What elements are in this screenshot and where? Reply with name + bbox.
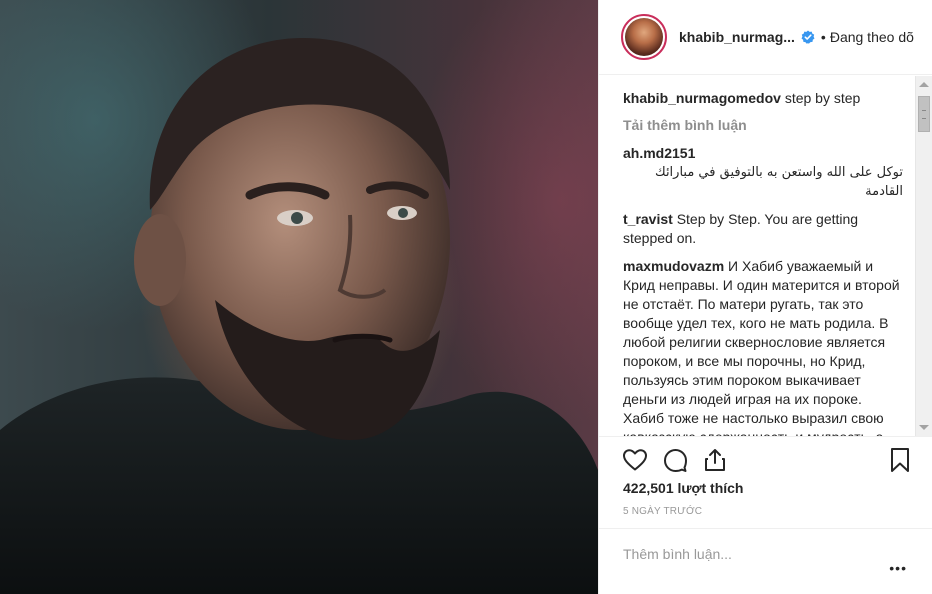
add-comment-input[interactable] xyxy=(623,543,873,565)
header-username[interactable]: khabib_nurmag... xyxy=(679,29,795,45)
bookmark-icon[interactable] xyxy=(886,446,914,474)
comments-list[interactable]: khabib_nurmagomedov step by step Tải thê… xyxy=(599,76,932,436)
scroll-down-arrow[interactable] xyxy=(919,425,929,430)
share-icon[interactable] xyxy=(701,446,729,474)
caption-username[interactable]: khabib_nurmagomedov xyxy=(623,90,781,106)
like-count[interactable]: 422,501 lượt thích xyxy=(623,480,743,496)
comment-bubble-icon[interactable] xyxy=(661,446,689,474)
comment-text: И Хабиб уважаемый и Крид неправы. И один… xyxy=(623,258,900,436)
comment-username[interactable]: t_ravist xyxy=(623,211,673,227)
action-bar xyxy=(599,436,932,482)
comment-text: توكل على الله واستعن به بالتوفيق في مبار… xyxy=(654,165,903,199)
list-item: ah.md2151 توكل على الله واستعن به بالتوف… xyxy=(623,144,903,201)
add-comment-bar: ••• xyxy=(599,528,932,594)
post-timestamp[interactable]: 5 ngày trước xyxy=(623,506,702,517)
post-photo[interactable] xyxy=(0,0,598,594)
scroll-up-arrow[interactable] xyxy=(919,82,929,87)
follow-button[interactable]: Đang theo dõ xyxy=(830,29,914,45)
list-item: maxmudovazm И Хабиб уважаемый и Крид неп… xyxy=(623,257,903,436)
caption-text: step by step xyxy=(784,90,861,106)
portrait-illustration xyxy=(0,37,598,594)
more-options-icon[interactable]: ••• xyxy=(889,561,907,575)
load-more-comments-button[interactable]: Tải thêm bình luận xyxy=(623,117,903,133)
comment-username[interactable]: ah.md2151 xyxy=(623,145,695,161)
avatar-image xyxy=(625,18,663,56)
avatar[interactable] xyxy=(621,14,667,60)
scroll-thumb[interactable] xyxy=(918,96,930,132)
header-separator: • xyxy=(820,29,826,45)
comments-scrollbar[interactable] xyxy=(915,76,932,436)
verified-badge-icon xyxy=(801,30,815,44)
post-detail-panel: khabib_nurmag... • Đang theo dõ khabib_n… xyxy=(598,0,932,594)
comment-username[interactable]: maxmudovazm xyxy=(623,258,724,274)
list-item: t_ravist Step by Step. You are getting s… xyxy=(623,210,903,248)
heart-icon[interactable] xyxy=(621,446,649,474)
caption: khabib_nurmagomedov step by step xyxy=(623,89,903,108)
post-header: khabib_nurmag... • Đang theo dõ xyxy=(599,0,932,75)
